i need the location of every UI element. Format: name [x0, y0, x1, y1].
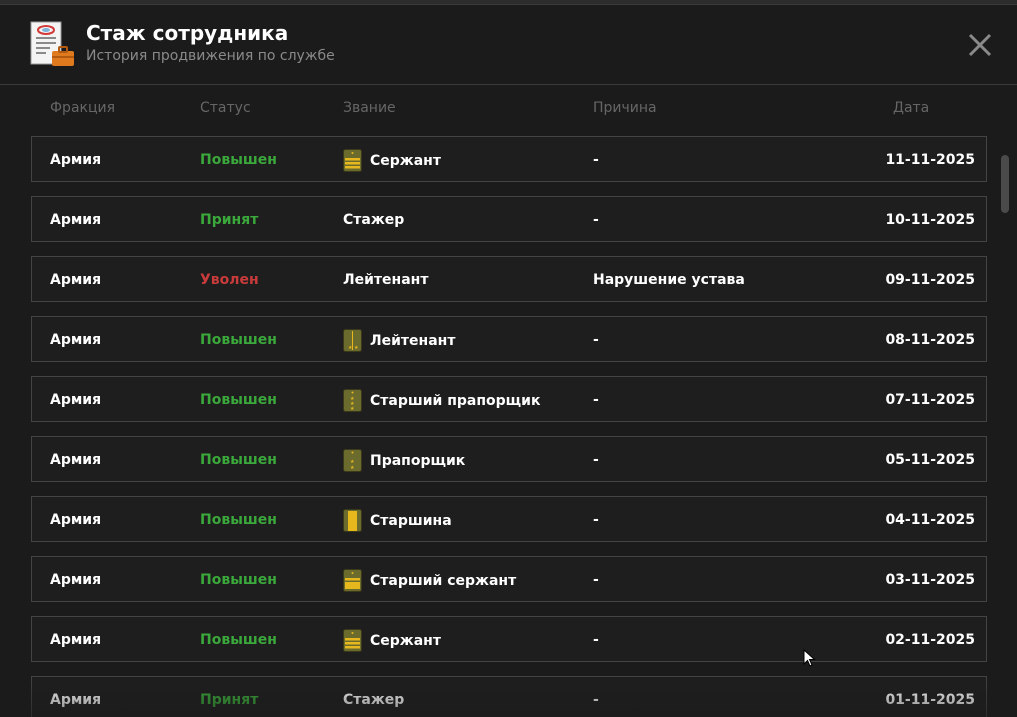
- column-header-faction: Фракция: [50, 100, 116, 116]
- column-header-rank: Звание: [343, 100, 396, 116]
- cell-status: Повышен: [200, 512, 277, 528]
- table-row: Армия Повышен Сержант - 11-11-2025: [31, 136, 987, 182]
- cell-faction: Армия: [50, 692, 102, 708]
- svg-text:★: ★: [354, 345, 359, 351]
- cell-reason: -: [593, 452, 599, 468]
- mouse-cursor-icon: [803, 649, 816, 667]
- cell-faction: Армия: [50, 572, 102, 588]
- rank-label: Лейтенант: [370, 332, 456, 349]
- cell-reason: -: [593, 212, 599, 228]
- rank-badge-icon: [343, 629, 362, 652]
- cell-status: Принят: [200, 212, 259, 228]
- rank-badge-icon: [343, 149, 362, 172]
- cell-rank: Старшина: [343, 509, 452, 532]
- rank-badge-icon: ★ ★: [343, 329, 362, 352]
- svg-text:★: ★: [350, 406, 355, 412]
- cell-faction: Армия: [50, 632, 102, 648]
- cell-status: Принят: [200, 692, 259, 708]
- cell-reason: -: [593, 512, 599, 528]
- svg-text:★: ★: [348, 345, 353, 351]
- cell-faction: Армия: [50, 332, 102, 348]
- document-briefcase-icon: [30, 21, 74, 66]
- cell-rank: Сержант: [343, 629, 441, 652]
- cell-reason: -: [593, 392, 599, 408]
- rank-badge-icon: [343, 509, 362, 532]
- rank-label: Старший прапорщик: [370, 392, 541, 409]
- scrollbar-thumb[interactable]: [1001, 155, 1009, 213]
- column-header-reason: Причина: [593, 100, 657, 116]
- rank-label: Прапорщик: [370, 452, 466, 469]
- cell-rank: Стажер: [343, 211, 404, 229]
- cell-date: 04-11-2025: [885, 512, 975, 528]
- cell-status: Уволен: [200, 272, 259, 288]
- cell-date: 07-11-2025: [885, 392, 975, 408]
- cell-faction: Армия: [50, 392, 102, 408]
- cell-status: Повышен: [200, 332, 277, 348]
- cell-date: 09-11-2025: [885, 272, 975, 288]
- table-row: Армия Принят Стажер - 01-11-2025: [31, 676, 987, 717]
- cell-rank: Лейтенант: [343, 271, 428, 289]
- table-row: Армия Повышен Старший сержант - 03-11-2025: [31, 556, 987, 602]
- cell-rank: ★ ★ Лейтенант: [343, 329, 455, 352]
- cell-rank: Сержант: [343, 149, 441, 172]
- rank-label: Стажер: [343, 212, 405, 228]
- page-title: Стаж сотрудника: [86, 21, 289, 45]
- cell-date: 02-11-2025: [885, 632, 975, 648]
- table-row: Армия Повышен ★ ★ Лейтенант - 08-11-2025: [31, 316, 987, 362]
- table-row: Армия Уволен Лейтенант Нарушение устава 09-1…: [31, 256, 987, 302]
- cell-faction: Армия: [50, 152, 102, 168]
- cell-rank: ★ ★ Прапорщик: [343, 449, 465, 472]
- history-table: Армия Повышен Сержант - 11-11-2025 Армия Приня…: [0, 136, 1017, 717]
- cell-status: Повышен: [200, 392, 277, 408]
- cell-date: 01-11-2025: [885, 692, 975, 708]
- cell-rank: Старший сержант: [343, 569, 516, 592]
- cell-reason: Нарушение устава: [593, 272, 745, 288]
- dialog-header: Стаж сотрудника История продвижения по с…: [0, 5, 1017, 84]
- cell-date: 08-11-2025: [885, 332, 975, 348]
- cell-reason: -: [593, 692, 599, 708]
- table-row: Армия Повышен Сержант - 02-11-2025: [31, 616, 987, 662]
- rank-label: Старшина: [370, 512, 452, 529]
- rank-badge-icon: ★ ★: [343, 449, 362, 472]
- cell-faction: Армия: [50, 512, 102, 528]
- cell-status: Повышен: [200, 632, 277, 648]
- table-header: Фракция Статус Звание Причина Дата: [0, 100, 1017, 120]
- close-icon[interactable]: [962, 27, 998, 63]
- cell-reason: -: [593, 572, 599, 588]
- rank-label: Лейтенант: [343, 272, 429, 288]
- column-header-status: Статус: [200, 100, 251, 116]
- rank-label: Старший сержант: [370, 572, 517, 589]
- table-row: Армия Повышен ★ ★ Прапорщик - 05-11-2025: [31, 436, 987, 482]
- header-divider: [0, 84, 1017, 85]
- cell-date: 11-11-2025: [885, 152, 975, 168]
- cell-reason: -: [593, 152, 599, 168]
- rank-label: Сержант: [370, 152, 441, 169]
- cell-reason: -: [593, 632, 599, 648]
- rank-badge-icon: ★ ★ ★: [343, 389, 362, 412]
- cell-faction: Армия: [50, 452, 102, 468]
- cell-date: 05-11-2025: [885, 452, 975, 468]
- cell-date: 10-11-2025: [885, 212, 975, 228]
- cell-faction: Армия: [50, 272, 102, 288]
- cell-faction: Армия: [50, 212, 102, 228]
- rank-label: Сержант: [370, 632, 441, 649]
- cell-rank: ★ ★ ★ Старший прапорщик: [343, 389, 540, 412]
- scrollbar-track[interactable]: [1000, 140, 1010, 710]
- table-row: Армия Принят Стажер - 10-11-2025: [31, 196, 987, 242]
- column-header-date: Дата: [893, 100, 930, 116]
- cell-rank: Стажер: [343, 691, 404, 709]
- table-row: Армия Повышен Старшина - 04-11-2025: [31, 496, 987, 542]
- svg-text:★: ★: [350, 465, 355, 471]
- rank-badge-icon: [343, 569, 362, 592]
- cell-date: 03-11-2025: [885, 572, 975, 588]
- cell-reason: -: [593, 332, 599, 348]
- cell-status: Повышен: [200, 572, 277, 588]
- rank-label: Стажер: [343, 692, 405, 708]
- cell-status: Повышен: [200, 452, 277, 468]
- page-subtitle: История продвижения по службе: [86, 48, 335, 64]
- table-row: Армия Повышен ★ ★ ★ Старший прапорщик - 07-11-2…: [31, 376, 987, 422]
- cell-status: Повышен: [200, 152, 277, 168]
